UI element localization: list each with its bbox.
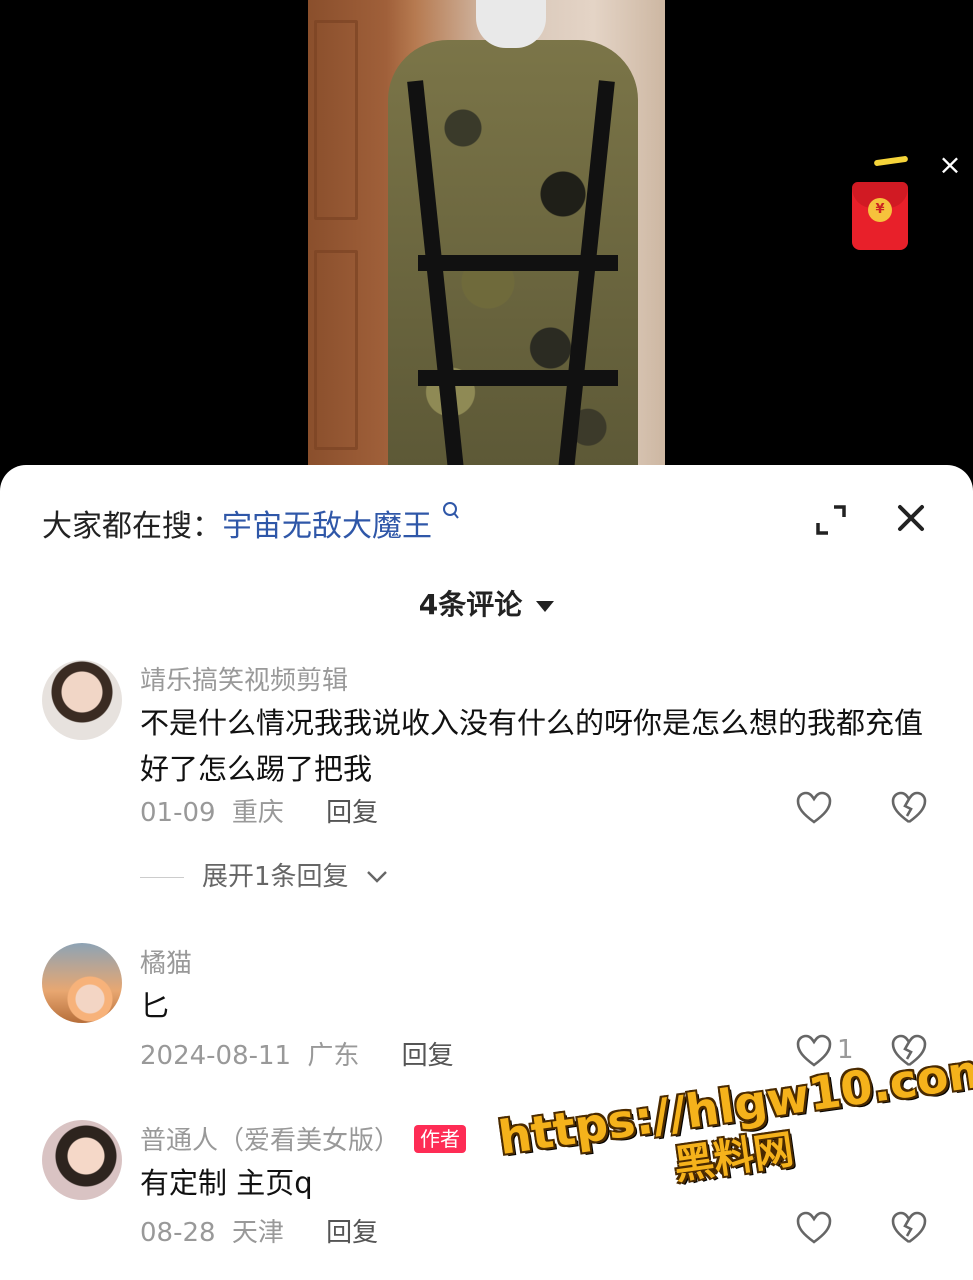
broken-heart-icon <box>891 1211 927 1244</box>
comment-item: 普通人（爱看美女版） 作者 有定制 主页q 08-28 天津 回复 <box>0 1120 973 1260</box>
comment-date: 2024-08-11 <box>140 1041 292 1071</box>
reply-button[interactable]: 回复 <box>326 798 378 828</box>
divider <box>140 877 184 878</box>
comment-location: 广东 <box>307 1041 360 1071</box>
comment-date: 08-28 <box>140 1218 216 1248</box>
close-icon[interactable]: × <box>936 150 964 180</box>
fullscreen-icon[interactable] <box>812 501 850 539</box>
broken-heart-icon <box>891 1034 927 1067</box>
comment-meta: 01-09 重庆 回复 <box>140 792 378 829</box>
close-icon[interactable] <box>890 497 932 539</box>
expand-replies-button[interactable]: 展开1条回复 <box>140 856 389 893</box>
video-player[interactable]: ¥ × <box>0 0 973 500</box>
comment-meta: 2024-08-11 广东 回复 <box>140 1035 454 1072</box>
comments-sheet: 大家都在搜：宇宙无敌大魔王 4条评论 靖乐搞笑视频剪辑 不是什么情况我我说收入没… <box>0 465 973 1280</box>
person-figure <box>388 40 638 470</box>
avatar[interactable] <box>42 660 122 740</box>
caret-down-icon <box>536 600 555 612</box>
comment-item: 橘猫 匕 2024-08-11 广东 回复 1 <box>0 943 973 1073</box>
redpacket-progress <box>873 155 909 167</box>
dislike-button[interactable] <box>890 1210 930 1250</box>
like-button[interactable] <box>795 1210 865 1250</box>
author-badge: 作者 <box>414 1125 467 1153</box>
comment-count: 4条评论 <box>418 588 523 621</box>
strap <box>557 80 615 470</box>
video-frame <box>308 0 665 470</box>
reply-button[interactable]: 回复 <box>326 1218 378 1248</box>
search-icon <box>436 502 460 528</box>
dislike-button[interactable] <box>890 790 930 830</box>
door-panel <box>314 250 358 450</box>
expand-replies-label: 展开1条回复 <box>202 862 349 892</box>
heart-icon <box>796 1034 832 1067</box>
door-panel <box>314 20 358 220</box>
heart-icon <box>796 1211 832 1244</box>
chevron-down-icon <box>366 871 387 883</box>
comment-text: 匕 <box>140 989 170 1023</box>
like-button[interactable]: 1 <box>795 1033 865 1073</box>
comment-username[interactable]: 普通人（爱看美女版） <box>140 1126 400 1156</box>
avatar[interactable] <box>42 943 122 1023</box>
comment-username-row: 普通人（爱看美女版） 作者 <box>140 1120 467 1157</box>
broken-heart-icon <box>891 791 927 824</box>
reply-button[interactable]: 回复 <box>402 1041 454 1071</box>
search-prefix: 大家都在搜： <box>42 509 222 544</box>
yuan-coin-icon: ¥ <box>868 198 892 222</box>
red-packet-button[interactable]: ¥ <box>852 182 908 250</box>
face-mask <box>476 0 546 48</box>
heart-icon <box>796 791 832 824</box>
comment-text: 不是什么情况我我说收入没有什么的呀你是怎么想的我都充值好了怎么踢了把我 <box>140 706 924 786</box>
avatar[interactable] <box>42 1120 122 1200</box>
like-button[interactable] <box>795 790 865 830</box>
comment-meta: 08-28 天津 回复 <box>140 1212 378 1249</box>
comment-text: 有定制 主页q <box>140 1166 313 1200</box>
like-count: 1 <box>837 1035 854 1065</box>
search-suggestion[interactable]: 大家都在搜：宇宙无敌大魔王 <box>42 501 460 545</box>
comment-item: 靖乐搞笑视频剪辑 不是什么情况我我说收入没有什么的呀你是怎么想的我都充值好了怎么… <box>0 660 973 893</box>
strap <box>418 255 618 271</box>
comment-date: 01-09 <box>140 798 216 828</box>
dislike-button[interactable] <box>890 1033 930 1073</box>
strap <box>418 370 618 386</box>
comment-username[interactable]: 橘猫 <box>140 943 192 980</box>
comment-location: 天津 <box>231 1218 284 1248</box>
strap <box>407 80 465 470</box>
search-term[interactable]: 宇宙无敌大魔王 <box>222 509 432 544</box>
comment-count-dropdown[interactable]: 4条评论 <box>0 583 973 623</box>
comment-location: 重庆 <box>231 798 284 828</box>
comment-username[interactable]: 靖乐搞笑视频剪辑 <box>140 660 348 697</box>
